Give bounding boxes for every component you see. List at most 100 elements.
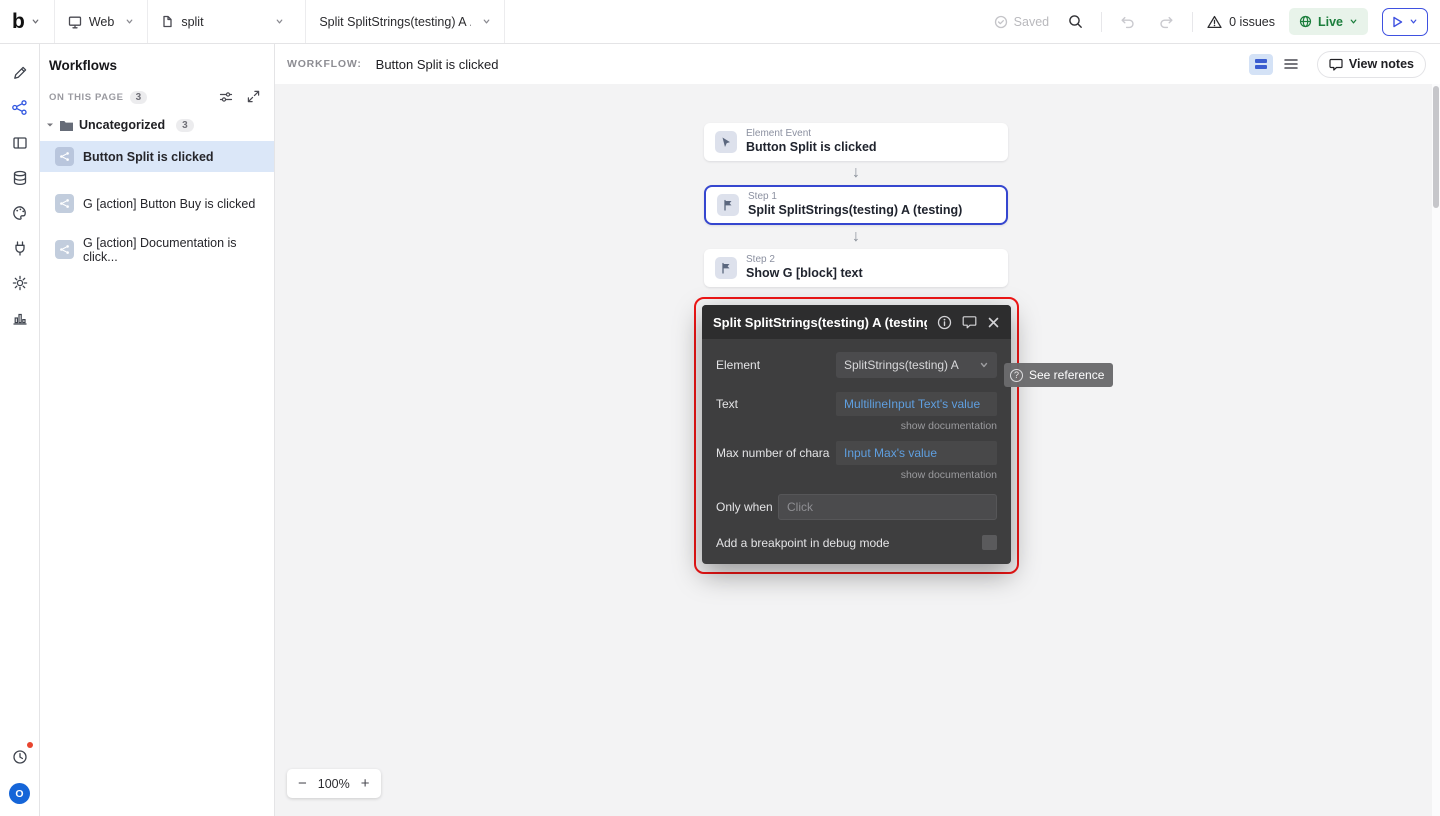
- chevron-down-icon: [483, 19, 490, 24]
- workflow-icon: [12, 100, 27, 115]
- workflow-tab[interactable]: [4, 91, 36, 124]
- design-tab[interactable]: [4, 56, 36, 89]
- chart-icon: [12, 313, 27, 325]
- max-expression-field[interactable]: Input Max's value: [836, 441, 997, 465]
- info-button[interactable]: [937, 315, 952, 330]
- data-tab[interactable]: [4, 161, 36, 194]
- undo-button[interactable]: [1116, 10, 1140, 34]
- comment-icon: [1329, 58, 1343, 71]
- cards-view-icon: [1254, 59, 1267, 69]
- panel-title: Workflows: [49, 58, 118, 73]
- node-kind: Element Event: [746, 127, 812, 139]
- vertical-scrollbar[interactable]: [1432, 84, 1440, 816]
- issues-button[interactable]: 0 issues: [1207, 15, 1275, 29]
- workflow-node-icon: [55, 147, 74, 166]
- search-button[interactable]: [1063, 10, 1087, 34]
- comment-icon: [962, 316, 977, 329]
- sliders-icon: [219, 92, 233, 102]
- chevron-down-icon: [276, 19, 283, 24]
- environment-dropdown[interactable]: Web: [53, 0, 147, 43]
- divider: [1101, 11, 1103, 32]
- step-2-node[interactable]: Step 2 Show G [block] text: [704, 249, 1008, 287]
- node-title: Split SplitStrings(testing) A (testing): [748, 203, 963, 218]
- live-button[interactable]: Live: [1288, 8, 1368, 35]
- zoom-in-button[interactable]: +: [361, 776, 370, 791]
- topbar: b Web split Split SplitStrings(testing) …: [0, 0, 1440, 44]
- zoom-out-button[interactable]: −: [298, 776, 307, 791]
- workflows-panel: Workflows ON THIS PAGE 3 Uncategorized 3: [40, 44, 275, 816]
- max-characters-label: Max number of chara: [716, 446, 830, 460]
- chevron-down-icon: [1350, 19, 1357, 24]
- database-icon: [13, 170, 26, 185]
- element-value: SplitStrings(testing) A: [844, 358, 959, 372]
- left-icon-rail: O: [0, 44, 40, 816]
- node-title: Show G [block] text: [746, 266, 863, 281]
- warning-icon: [1207, 15, 1222, 28]
- workflow-item-label: Button Split is clicked: [83, 149, 214, 164]
- globe-icon: [1299, 15, 1312, 28]
- pencil-icon: [13, 66, 26, 79]
- plugins-tab[interactable]: [4, 231, 36, 264]
- node-title: Button Split is clicked: [746, 140, 877, 155]
- view-notes-label: View notes: [1348, 57, 1414, 71]
- expand-button[interactable]: [247, 90, 260, 104]
- folder-icon: [60, 120, 73, 131]
- list-view-toggle[interactable]: [1279, 54, 1303, 75]
- page-dropdown[interactable]: split: [147, 0, 297, 43]
- workflow-item[interactable]: G [action] Documentation is click...: [40, 234, 274, 265]
- info-icon: [937, 315, 952, 329]
- view-notes-button[interactable]: View notes: [1316, 50, 1426, 78]
- logs-tab[interactable]: [4, 301, 36, 334]
- history-icon: [12, 749, 27, 764]
- layout-icon: [12, 136, 27, 149]
- gear-icon: [12, 275, 27, 290]
- play-icon: [1393, 16, 1403, 27]
- chevron-down-icon: [126, 19, 133, 24]
- scrollbar-thumb[interactable]: [1433, 86, 1439, 208]
- only-when-label: Only when: [716, 500, 773, 514]
- close-button[interactable]: [987, 316, 1000, 329]
- workflow-item[interactable]: Button Split is clicked: [40, 141, 274, 172]
- notification-dot: [26, 742, 33, 748]
- settings-tab[interactable]: [4, 266, 36, 299]
- redo-button[interactable]: [1154, 10, 1178, 34]
- expand-icon: [247, 90, 260, 103]
- chevron-down-icon: [32, 19, 39, 24]
- filter-button[interactable]: [219, 90, 233, 104]
- breakpoint-checkbox[interactable]: [982, 535, 997, 550]
- redo-icon: [1160, 16, 1173, 28]
- modal-titlebar[interactable]: Split SplitStrings(testing) A (testing): [702, 305, 1011, 339]
- element-dropdown[interactable]: SplitStrings(testing) A: [836, 352, 997, 378]
- help-button[interactable]: [4, 740, 36, 773]
- folder-uncategorized[interactable]: Uncategorized 3: [40, 118, 274, 132]
- canvas-body[interactable]: Element Event Button Split is clicked ↓ …: [275, 84, 1440, 816]
- event-node[interactable]: Element Event Button Split is clicked: [704, 123, 1008, 161]
- undo-icon: [1121, 16, 1134, 28]
- search-icon: [1068, 15, 1082, 28]
- step-1-node[interactable]: Step 1 Split SplitStrings(testing) A (te…: [704, 185, 1008, 225]
- bubble-logo-menu[interactable]: b: [0, 0, 54, 43]
- workflow-dropdown[interactable]: Split SplitStrings(testing) A ...: [305, 0, 506, 43]
- see-reference-tooltip[interactable]: ? See reference: [1004, 363, 1114, 387]
- show-documentation-link[interactable]: show documentation: [716, 469, 997, 481]
- components-tab[interactable]: [4, 126, 36, 159]
- issues-label: 0 issues: [1229, 14, 1275, 29]
- text-expression-field[interactable]: MultilineInput Text's value: [836, 392, 997, 416]
- preview-button[interactable]: [1382, 7, 1428, 36]
- workflow-item[interactable]: G [action] Button Buy is clicked: [40, 188, 274, 219]
- question-circle-icon: ?: [1010, 368, 1023, 382]
- workflow-item-label: G [action] Button Buy is clicked: [83, 196, 256, 211]
- only-when-input[interactable]: [778, 494, 997, 520]
- board-view-toggle[interactable]: [1248, 53, 1273, 75]
- canvas: WORKFLOW: Button Split is clicked View n…: [275, 44, 1440, 816]
- action-properties-modal: Split SplitStrings(testing) A (testing) …: [702, 305, 1011, 564]
- show-documentation-link[interactable]: show documentation: [716, 420, 997, 432]
- zoom-control: − 100% +: [287, 769, 381, 798]
- workflow-node-icon: [55, 194, 74, 213]
- modal-title: Split SplitStrings(testing) A (testing): [713, 314, 927, 330]
- divider: [1192, 11, 1194, 32]
- user-avatar[interactable]: O: [9, 783, 30, 804]
- comment-button[interactable]: [962, 315, 977, 329]
- palette-icon: [12, 205, 26, 220]
- styles-tab[interactable]: [4, 196, 36, 229]
